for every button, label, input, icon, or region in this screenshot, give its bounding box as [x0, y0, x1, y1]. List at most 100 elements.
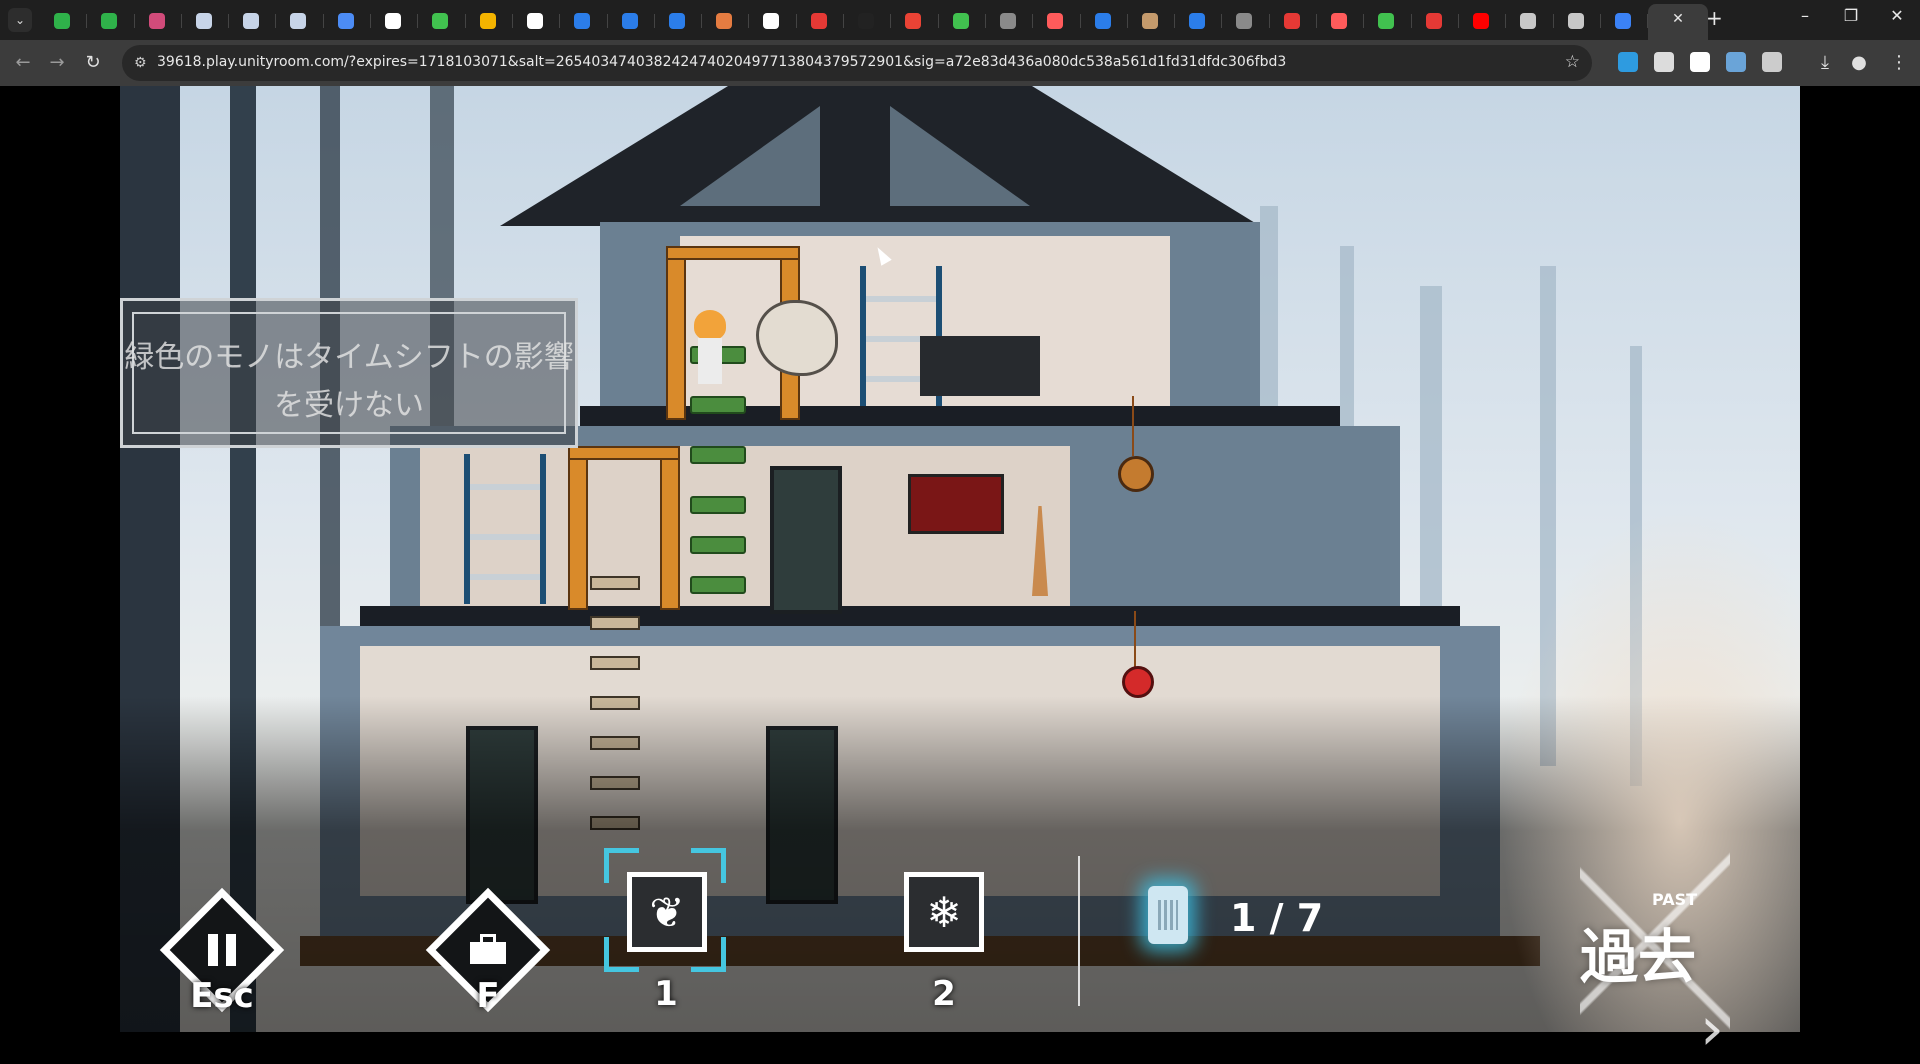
back-button[interactable]: ← — [10, 50, 36, 76]
close-tab-icon[interactable]: ✕ — [1672, 11, 1684, 27]
orange-pillar — [666, 246, 686, 420]
red-painting — [908, 474, 1004, 534]
reload-button[interactable]: ↻ — [80, 50, 106, 76]
tab-favicon-icon — [763, 13, 780, 29]
restore-button[interactable]: ❐ — [1828, 6, 1874, 25]
tab-favicon-icon — [1614, 13, 1631, 29]
browser-tab[interactable] — [135, 4, 182, 36]
address-bar[interactable]: ⚙ 39618.play.unityroom.com/?expires=1718… — [122, 45, 1592, 81]
tab-favicon-icon — [1047, 13, 1064, 29]
skill-1-key-label: 1 — [654, 974, 678, 1014]
game-canvas[interactable]: 緑色のモノはタイムシフトの影響を受けない Esc F ❦ 1 ❄ 2 1 / 7… — [0, 86, 1920, 1064]
browser-tab[interactable] — [1554, 4, 1601, 36]
tab-favicon-icon — [101, 13, 118, 29]
active-tab[interactable]: ✕ — [1648, 4, 1709, 40]
browser-tab[interactable] — [182, 4, 230, 36]
extension-icon[interactable] — [1726, 52, 1746, 72]
browser-tab[interactable] — [371, 4, 419, 36]
red-ball-pendulum[interactable] — [1122, 666, 1154, 698]
pendulum-clock[interactable] — [1118, 456, 1154, 492]
browser-tab[interactable] — [1601, 4, 1649, 36]
tab-favicon-icon — [1094, 13, 1111, 29]
browser-tab[interactable] — [655, 4, 703, 36]
tab-favicon-icon — [1236, 13, 1253, 29]
tab-favicon-icon — [195, 13, 212, 29]
extension-icon[interactable] — [1762, 52, 1782, 72]
browser-tab[interactable] — [1364, 4, 1412, 36]
blue-shelf[interactable] — [464, 454, 546, 604]
browser-tab[interactable] — [608, 4, 655, 36]
tab-favicon-icon — [1472, 13, 1489, 29]
tab-favicon-icon — [526, 13, 543, 29]
orange-pillar — [568, 446, 588, 610]
download-icon[interactable]: ⤓ — [1812, 50, 1838, 76]
inventory-key-label: F — [476, 976, 500, 1016]
extension-icon[interactable] — [1654, 52, 1674, 72]
time-mode-indicator[interactable]: PAST 過去 › — [1560, 826, 1760, 1064]
browser-tab[interactable] — [466, 4, 513, 36]
browser-tab[interactable] — [702, 4, 750, 36]
minimize-button[interactable]: – — [1782, 6, 1828, 25]
forward-button[interactable]: → — [44, 50, 70, 76]
extension-icon[interactable] — [1690, 52, 1710, 72]
browser-tab[interactable] — [1270, 4, 1318, 36]
browser-tab[interactable] — [276, 4, 324, 36]
tab-favicon-icon — [432, 13, 449, 29]
browser-tab[interactable] — [797, 4, 845, 36]
browser-tab[interactable] — [749, 4, 797, 36]
browser-tab[interactable] — [1506, 4, 1554, 36]
tab-favicon-icon — [148, 13, 165, 29]
close-window-button[interactable]: ✕ — [1874, 6, 1920, 25]
tab-favicon-icon — [999, 13, 1016, 29]
browser-tab[interactable] — [1412, 4, 1459, 36]
tab-favicon-icon — [1567, 13, 1584, 29]
browser-tab[interactable] — [513, 4, 561, 36]
tab-favicon-icon — [574, 13, 591, 29]
skill-2-slot[interactable]: ❄ — [904, 872, 984, 952]
browser-tab-strip: ⌄ ✕ + – ❐ ✕ — [0, 0, 1920, 40]
tab-list: ✕ — [40, 4, 1709, 40]
browser-tab[interactable] — [986, 4, 1034, 36]
browser-tab[interactable] — [40, 4, 88, 36]
tab-favicon-icon — [668, 13, 685, 29]
vine-skill-icon: ❦ — [649, 887, 685, 937]
tab-favicon-icon — [1331, 13, 1348, 29]
browser-tab[interactable] — [844, 4, 892, 36]
skill-2-key-label: 2 — [932, 974, 956, 1014]
browser-tab[interactable] — [1175, 4, 1223, 36]
browser-tab[interactable] — [1033, 4, 1081, 36]
browser-tab[interactable] — [939, 4, 986, 36]
browser-tab[interactable] — [891, 4, 939, 36]
browser-tab[interactable] — [1222, 4, 1270, 36]
profile-avatar[interactable]: ● — [1846, 50, 1872, 76]
skill-1-slot[interactable]: ❦ — [627, 872, 707, 952]
extension-icon[interactable] — [1618, 52, 1638, 72]
tab-favicon-icon — [479, 13, 496, 29]
browser-tab[interactable] — [324, 4, 372, 36]
browser-tab[interactable] — [1317, 4, 1365, 36]
pause-key-label: Esc — [190, 976, 254, 1016]
door[interactable] — [770, 466, 842, 614]
new-tab-button[interactable]: + — [1706, 6, 1723, 30]
battery-icon — [1148, 886, 1188, 944]
battery-counter: 1 / 7 — [1230, 896, 1324, 940]
browser-tab[interactable] — [1459, 4, 1507, 36]
dark-block — [920, 336, 1040, 396]
tab-favicon-icon — [810, 13, 827, 29]
tab-search-button[interactable]: ⌄ — [8, 8, 32, 32]
site-info-icon[interactable]: ⚙ — [134, 55, 147, 71]
menu-kebab-icon[interactable]: ⋮ — [1886, 50, 1912, 76]
bookmark-star-icon[interactable]: ☆ — [1565, 52, 1580, 72]
browser-tab[interactable] — [418, 4, 466, 36]
browser-tab[interactable] — [1081, 4, 1128, 36]
player-character[interactable] — [692, 310, 728, 390]
browser-tab[interactable] — [87, 4, 135, 36]
hint-text: 緑色のモノはタイムシフトの影響を受けない — [124, 340, 574, 423]
character-hair — [694, 310, 726, 340]
browser-tab[interactable] — [1128, 4, 1176, 36]
time-mode-en: PAST — [1652, 890, 1698, 909]
browser-tab[interactable] — [229, 4, 277, 36]
browser-tab[interactable] — [560, 4, 608, 36]
chevron-right-icon: › — [1700, 994, 1724, 1064]
tab-favicon-icon — [1283, 13, 1300, 29]
